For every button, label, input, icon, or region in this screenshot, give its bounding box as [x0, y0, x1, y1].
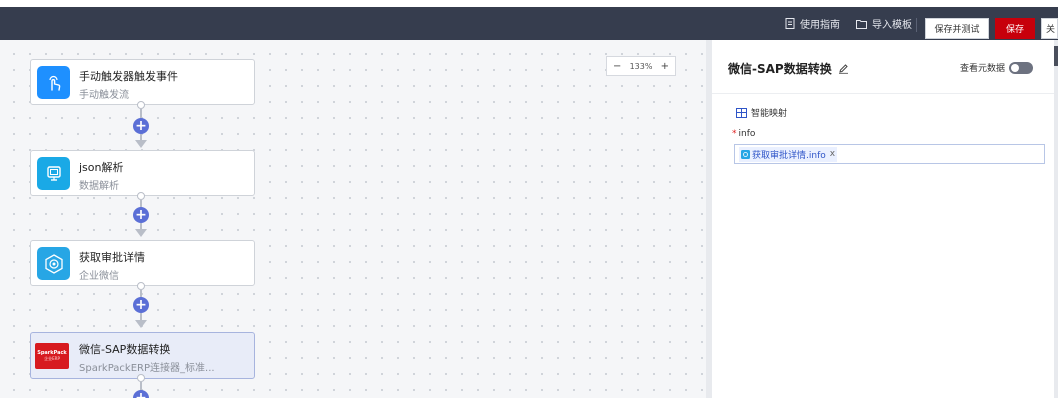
arrow-down-icon — [135, 140, 147, 148]
required-marker: * — [732, 129, 737, 139]
node-title: 获取审批详情 — [79, 251, 145, 264]
variable-chip[interactable]: 获取审批详情.info x — [739, 146, 838, 162]
folder-icon — [856, 19, 867, 29]
scrollbar[interactable] — [1054, 40, 1058, 398]
edit-icon[interactable] — [838, 63, 849, 74]
toolbar-divider — [916, 18, 917, 32]
info-field-label: * info — [732, 129, 755, 139]
node-port[interactable] — [137, 192, 145, 200]
close-label: 关 — [1046, 25, 1056, 35]
smart-mapping-button[interactable]: 智能映射 — [736, 106, 787, 119]
node-port[interactable] — [137, 101, 145, 109]
info-field-input[interactable]: 获取审批详情.info x — [734, 144, 1045, 164]
add-step-button[interactable]: + — [133, 118, 149, 134]
chip-remove-button[interactable]: x — [830, 149, 835, 159]
add-step-button[interactable]: + — [133, 390, 149, 398]
top-strip — [0, 0, 1058, 7]
arrow-down-icon — [135, 229, 147, 237]
zoom-in-button[interactable]: + — [661, 61, 669, 72]
node-subtitle: 企业微信 — [79, 271, 119, 282]
panel-title: 微信-SAP数据转换 — [728, 60, 849, 77]
node-title: json解析 — [79, 161, 124, 174]
toggle-switch[interactable] — [1009, 61, 1034, 74]
guide-button[interactable]: 使用指南 — [785, 7, 840, 40]
data-parse-icon — [37, 157, 70, 190]
view-metadata-toggle[interactable]: 查看元数据 — [960, 61, 1034, 74]
save-and-test-label: 保存并测试 — [934, 25, 980, 35]
flow-node-json[interactable]: json解析 数据解析 — [30, 150, 255, 196]
save-label: 保存 — [1005, 25, 1024, 35]
zoom-control: − 133% + — [606, 56, 676, 76]
node-subtitle: SparkPackERP连接器_标准... — [79, 363, 215, 374]
close-button[interactable]: 关 — [1041, 18, 1058, 39]
node-port[interactable] — [137, 374, 145, 382]
flow-node-sap-transform[interactable]: SparkPack 企业ERP 微信-SAP数据转换 SparkPackERP连… — [30, 332, 255, 379]
panel-header: 微信-SAP数据转换 查看元数据 — [712, 40, 1058, 94]
import-template-button[interactable]: 导入模板 — [856, 7, 912, 40]
save-and-test-button[interactable]: 保存并测试 — [925, 18, 989, 39]
variable-icon — [741, 149, 750, 159]
mapping-label: 智能映射 — [751, 109, 788, 119]
add-step-button[interactable]: + — [133, 207, 149, 223]
node-config-panel: 微信-SAP数据转换 查看元数据 智能映射 * info 获取审批详情.info … — [706, 40, 1058, 398]
logo-subtext: 企业ERP — [44, 356, 60, 361]
import-label: 导入模板 — [872, 20, 912, 31]
node-title: 手动触发器触发事件 — [79, 70, 178, 83]
document-icon — [785, 18, 795, 29]
zoom-out-button[interactable]: − — [613, 61, 621, 72]
node-port[interactable] — [137, 282, 145, 290]
flow-node-trigger[interactable]: 手动触发器触发事件 手动触发流 — [30, 59, 255, 105]
guide-label: 使用指南 — [800, 20, 840, 31]
zoom-level: 133% — [629, 61, 653, 71]
scrollbar-thumb[interactable] — [1054, 46, 1058, 66]
panel-title-text: 微信-SAP数据转换 — [728, 62, 832, 76]
meta-label: 查看元数据 — [960, 64, 1006, 74]
field-label-text: info — [738, 129, 756, 139]
top-toolbar: 使用指南 导入模板 保存并测试 保存 关 — [0, 7, 1058, 40]
connector-line — [140, 313, 142, 320]
add-step-button[interactable]: + — [133, 297, 149, 313]
save-button[interactable]: 保存 — [995, 18, 1035, 39]
wecom-icon — [37, 247, 70, 280]
arrow-down-icon — [135, 320, 147, 328]
node-title: 微信-SAP数据转换 — [79, 343, 171, 356]
flow-canvas[interactable]: − 133% + 手动触发器触发事件 手动触发流 + json解析 数据解析 +… — [0, 40, 706, 398]
chip-text: 获取审批详情.info — [752, 150, 826, 161]
sparkpack-logo: SparkPack 企业ERP — [35, 343, 69, 369]
mapping-icon — [736, 107, 747, 118]
node-subtitle: 数据解析 — [79, 181, 119, 192]
flow-node-approval[interactable]: 获取审批详情 企业微信 — [30, 240, 255, 286]
node-subtitle: 手动触发流 — [79, 90, 129, 101]
hand-touch-icon — [37, 66, 70, 99]
